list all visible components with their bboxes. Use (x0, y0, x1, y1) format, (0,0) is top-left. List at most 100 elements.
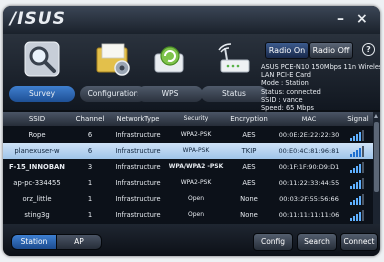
column-header-channel[interactable]: Channel (71, 112, 109, 126)
toolbar-wps[interactable]: WPS (137, 34, 203, 108)
utility-window: /ISUS – × Survey Configuration WPS Statu… (3, 6, 380, 256)
cell-channel: 1 (87, 179, 93, 187)
radio-off-button[interactable]: Radio Off (309, 42, 353, 59)
info-line: ASUS PCE-N10 150Mbps 11n Wireless (261, 63, 380, 71)
table-header: SSID Channel NetworkType Security Encryp… (3, 112, 373, 126)
signal-bar (359, 164, 361, 173)
cell-security: WPA/WPA2 -PSK (168, 163, 224, 170)
signal-bars-icon (345, 191, 371, 207)
signal-bar (353, 200, 355, 205)
title-bar: /ISUS – × (3, 6, 380, 34)
cell-security: WPA-PSK (182, 147, 210, 154)
connect-button[interactable]: Connect (340, 233, 378, 251)
signal-bar (350, 154, 352, 157)
cell-networktype: Infrastructure (115, 147, 161, 155)
column-header-security[interactable]: Security (167, 112, 225, 126)
cell-ssid: planexuser-w (14, 147, 60, 155)
cell-mac: 00:E0:4C:81:96:81 (278, 147, 340, 155)
cell-channel: 6 (87, 147, 93, 155)
cell-mac: 00:03:2F:55:56:66 (279, 195, 339, 203)
toolbar-survey-label: Survey (9, 86, 75, 102)
signal-bar (359, 212, 361, 221)
folder-config-icon (96, 43, 130, 76)
signal-bar (362, 194, 364, 205)
ap-mode-button[interactable]: AP (56, 234, 102, 250)
signal-bar (359, 180, 361, 189)
signal-bar (353, 168, 355, 173)
cell-encryption: AES (242, 179, 256, 187)
table-row[interactable]: planexuser-w 6 Infrastructure WPA-PSK TKIP 00… (3, 143, 373, 159)
signal-bar (350, 186, 352, 189)
network-table: SSID Channel NetworkType Security Encryp… (3, 112, 380, 224)
magnifier-icon (24, 41, 60, 77)
scroll-thumb[interactable] (374, 122, 379, 192)
cell-channel: 1 (87, 195, 93, 203)
search-button[interactable]: Search (297, 233, 337, 251)
signal-bar (362, 162, 364, 173)
signal-bar (353, 216, 355, 221)
signal-bar (350, 138, 352, 141)
cell-channel: 1 (87, 211, 93, 219)
column-header-mac[interactable]: MAC (273, 112, 345, 126)
column-header-networktype[interactable]: NetworkType (109, 112, 167, 126)
info-line: LAN PCI-E Card (261, 71, 311, 80)
toolbar-status-label: Status (201, 86, 267, 102)
column-header-signal[interactable]: Signal (345, 112, 371, 126)
info-line: Mode : Station (261, 79, 309, 88)
scroll-up-icon[interactable] (374, 114, 378, 118)
signal-bar (356, 198, 358, 205)
signal-bars-icon (345, 207, 371, 223)
signal-bar (353, 152, 355, 157)
cell-encryption: AES (242, 163, 256, 171)
signal-bars-icon (345, 159, 371, 175)
table-row[interactable]: sting3g 1 Infrastructure Open None 00:11:11:1… (3, 207, 373, 223)
cell-mac: 00:11:22:33:44:55 (278, 179, 340, 187)
cell-mac: 00:11:11:11:11:06 (278, 211, 340, 219)
toolbar-area: Survey Configuration WPS Status Radio On… (3, 34, 380, 112)
cell-security: WPA2-PSK (180, 179, 212, 186)
table-scrollbar[interactable] (373, 112, 380, 224)
cell-ssid: ap-pc-334455 (13, 179, 61, 187)
cell-mac: 00:1F:1F:90:D9:D1 (278, 163, 340, 171)
signal-bar (350, 218, 352, 221)
signal-bar (356, 214, 358, 221)
help-icon[interactable]: ? (362, 43, 375, 56)
signal-bar (359, 132, 361, 141)
signal-bar (350, 170, 352, 173)
cell-encryption: AES (242, 131, 256, 139)
signal-bars-icon (345, 143, 371, 159)
table-row[interactable]: F-15_INNOBAN 3 Infrastructure WPA/WPA2 -PSK… (3, 159, 373, 175)
signal-bar (362, 146, 364, 157)
cell-ssid: orz_little (22, 195, 52, 203)
table-row[interactable]: ap-pc-334455 1 Infrastructure WPA2-PSK AES 00… (3, 175, 373, 191)
table-row[interactable]: Rope 6 Infrastructure WPA2-PSK AES 00:0E:2E:2… (3, 127, 373, 143)
column-header-ssid[interactable]: SSID (3, 112, 71, 126)
info-line: SSID : vance (261, 95, 303, 104)
cell-networktype: Infrastructure (115, 179, 161, 187)
signal-bar (353, 184, 355, 189)
cell-ssid: Rope (28, 131, 46, 139)
cell-channel: 6 (87, 131, 93, 139)
close-button[interactable]: × (356, 11, 368, 27)
toolbar-status[interactable]: Status (201, 34, 267, 108)
signal-bar (353, 136, 355, 141)
signal-bar (359, 196, 361, 205)
table-row[interactable]: orz_little 1 Infrastructure Open None 00:03:2… (3, 191, 373, 207)
signal-bar (362, 210, 364, 221)
cell-encryption: None (240, 211, 258, 219)
adapter-info: ASUS PCE-N10 150Mbps 11n Wireless LAN PC… (261, 63, 380, 112)
signal-bar (359, 148, 361, 157)
toolbar-survey[interactable]: Survey (9, 34, 75, 108)
station-mode-button[interactable]: Station (11, 234, 57, 250)
cell-networktype: Infrastructure (115, 211, 161, 219)
asus-logo: /ISUS (10, 9, 66, 29)
router-status-icon (218, 43, 250, 73)
minimize-button[interactable]: – (337, 11, 344, 27)
cell-encryption: TKIP (241, 147, 257, 155)
signal-bar (356, 134, 358, 141)
cell-ssid: F-15_INNOBAN (9, 163, 65, 171)
config-button[interactable]: Config (253, 233, 293, 251)
cell-encryption: None (240, 195, 258, 203)
column-header-encryption[interactable]: Encryption (225, 112, 273, 126)
radio-on-button[interactable]: Radio On (265, 42, 309, 59)
